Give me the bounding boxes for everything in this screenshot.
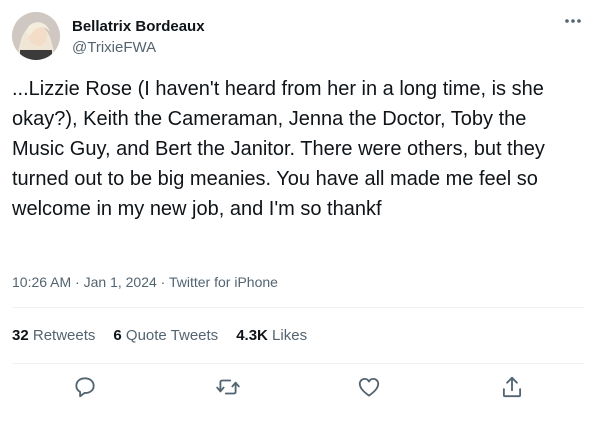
engagement-stats: 32 Retweets 6 Quote Tweets 4.3K Likes [12,326,325,346]
tweet-meta: 10:26 AM · Jan 1, 2024 · Twitter for iPh… [12,272,278,292]
reply-icon [75,377,95,398]
more-horizontal-icon [565,19,581,23]
tweet-source[interactable]: Twitter for iPhone [169,274,278,290]
author-display-name[interactable]: Bellatrix Bordeaux [72,17,205,37]
retweets-count: 32 [12,327,29,344]
tweet-text: ...Lizzie Rose (I haven't heard from her… [12,78,551,220]
share-button[interactable] [499,374,525,400]
reply-button[interactable] [72,374,98,400]
likes-count: 4.3K [236,327,268,344]
retweet-icon [216,379,240,395]
quote-tweets-label: Quote Tweets [125,327,219,344]
share-icon [502,376,522,398]
avatar[interactable] [12,12,60,60]
quote-tweets-stat[interactable]: 6 Quote Tweets [113,326,218,346]
meta-separator: · [156,274,169,290]
author-handle[interactable]: @TrixieFWA [72,38,156,58]
profile-photo-icon [12,12,60,60]
retweets-stat[interactable]: 32 Retweets [12,326,95,346]
heart-icon [358,377,380,397]
likes-label: Likes [272,327,308,344]
meta-separator: · [71,274,84,290]
tweet-date[interactable]: Jan 1, 2024 [84,274,157,290]
retweets-label: Retweets [32,327,96,344]
divider [12,363,584,364]
more-options-button[interactable] [560,10,586,32]
quote-tweets-count: 6 [113,327,122,344]
like-button[interactable] [356,374,382,400]
tweet-time[interactable]: 10:26 AM [12,274,71,290]
divider [12,307,584,308]
likes-stat[interactable]: 4.3K Likes [236,326,307,346]
retweet-button[interactable] [215,374,241,400]
